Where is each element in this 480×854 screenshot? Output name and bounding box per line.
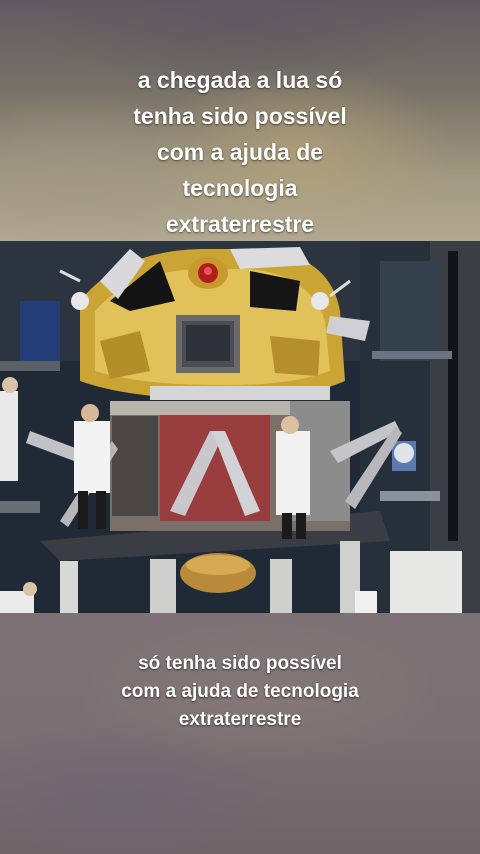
lunar-module-illustration	[0, 241, 480, 613]
caption-top-line: extraterrestre	[165, 211, 315, 237]
caption-bottom: só tenha sido possível com a ajuda de te…	[40, 650, 440, 734]
caption-top-line: tecnologia	[182, 175, 298, 201]
caption-bottom-line: só tenha sido possível	[138, 653, 342, 674]
video-player-screen[interactable]: a chegada a lua só tenha sido possível c…	[0, 0, 480, 854]
caption-bottom-line: com a ajuda de tecnologia	[121, 681, 359, 702]
video-frame[interactable]	[0, 241, 480, 613]
caption-bottom-line: extraterrestre	[178, 709, 302, 730]
caption-top: a chegada a lua só tenha sido possível c…	[40, 62, 440, 242]
caption-top-line: com a ajuda de	[156, 139, 324, 165]
caption-top-line: tenha sido possível	[133, 103, 347, 129]
caption-top-line: a chegada a lua só	[137, 67, 343, 93]
